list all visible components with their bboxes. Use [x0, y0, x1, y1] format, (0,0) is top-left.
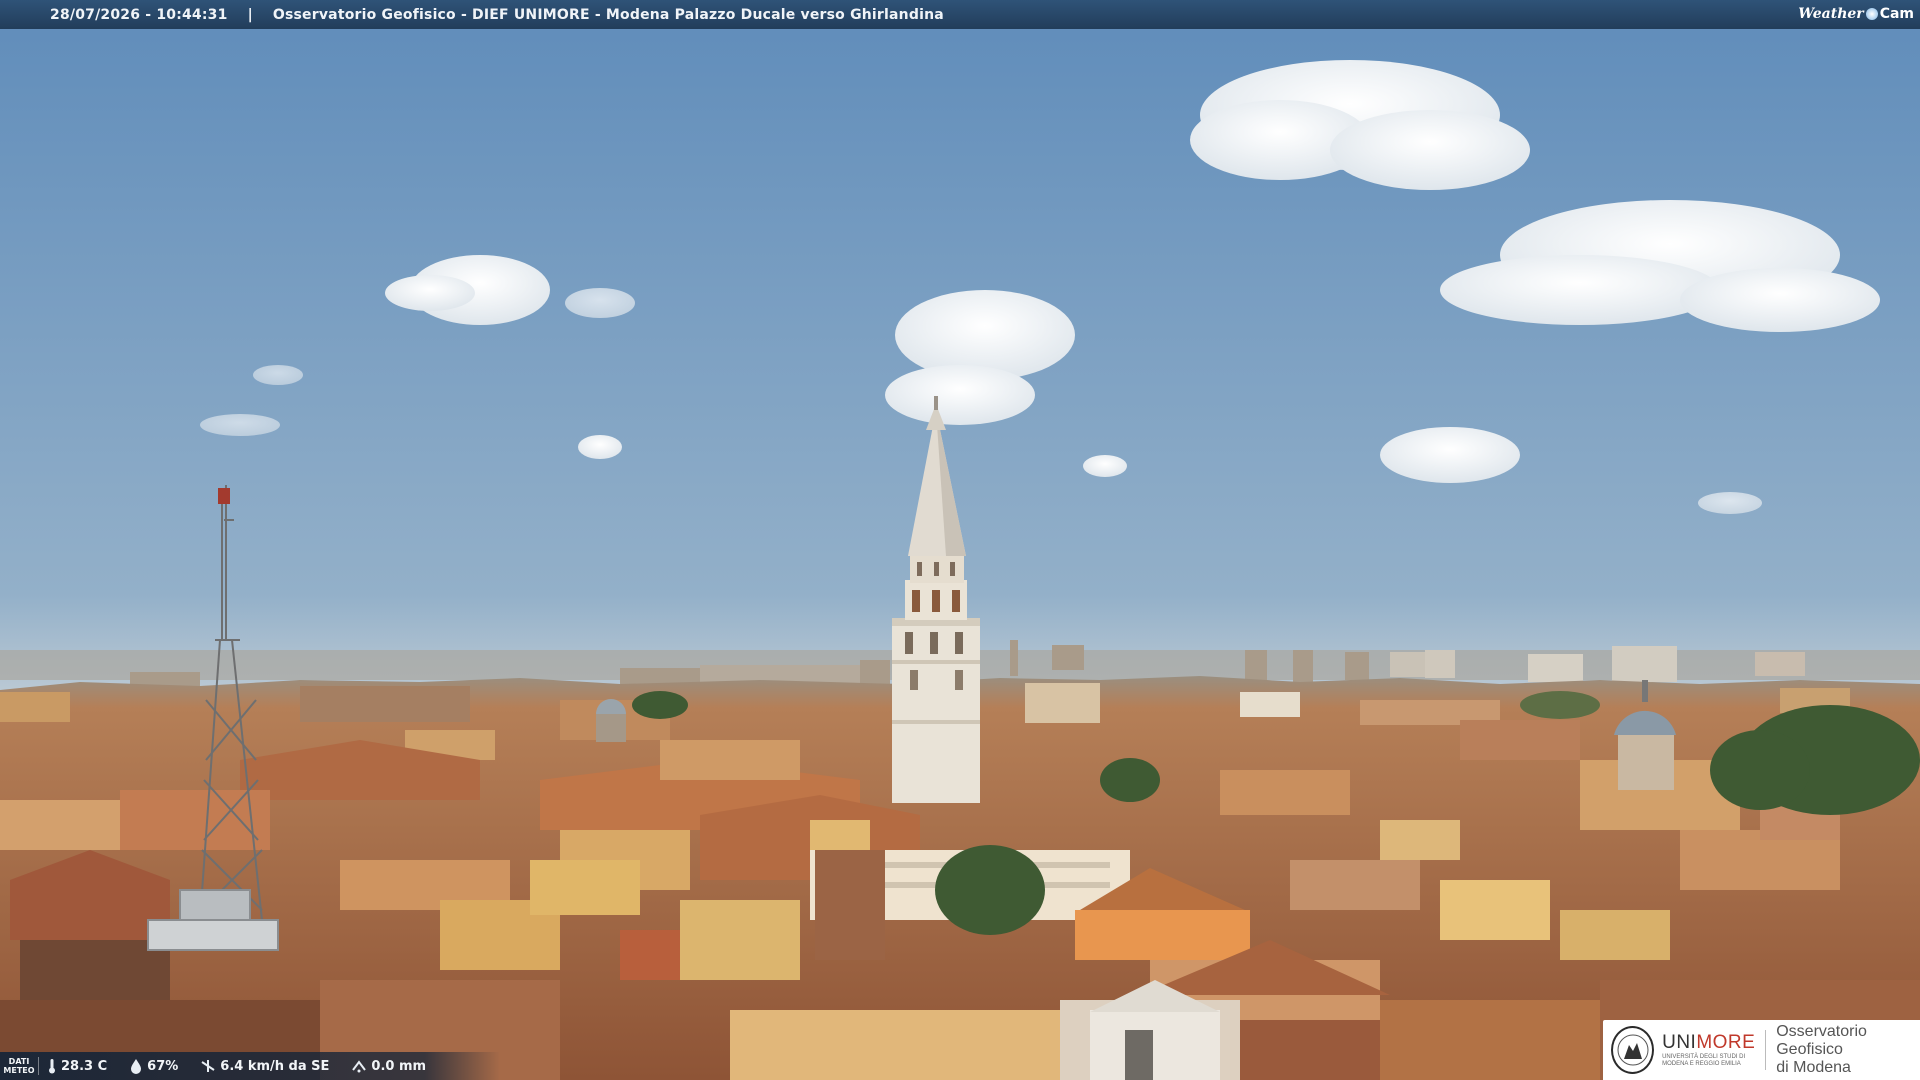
brand-cam: Cam: [1879, 6, 1914, 22]
observatory-name: Osservatorio Geofisico di Modena: [1776, 1023, 1867, 1076]
header-bar: 28/07/2026 - 10:44:31 | Osservatorio Geo…: [0, 0, 1920, 29]
university-prefix: UNI: [1662, 1032, 1697, 1053]
university-suffix: MORE: [1696, 1032, 1756, 1053]
unimore-logo: UNIMORE UNIVERSITÀ DEGLI STUDI DI MODENA…: [1603, 1020, 1920, 1080]
globe-icon: [1865, 8, 1878, 20]
wind-value: 6.4 km/h da SE: [220, 1058, 330, 1074]
header-separator: |: [247, 6, 253, 23]
thermometer-icon: [49, 1059, 55, 1074]
logo-divider: [1765, 1030, 1767, 1070]
university-name: UNIMORE UNIVERSITÀ DEGLI STUDI DI MODENA…: [1662, 1032, 1755, 1068]
rain-icon: [352, 1060, 367, 1073]
humidity-icon: [131, 1059, 142, 1074]
university-seal-icon: [1611, 1026, 1655, 1074]
temperature-reading: 28.3 C: [47, 1058, 107, 1074]
weathercam-logo: Weather Cam: [1798, 3, 1914, 25]
rain-value: 0.0 mm: [371, 1058, 427, 1074]
weather-data-label: DATI METEO: [0, 1057, 39, 1075]
camera-title: Osservatorio Geofisico - DIEF UNIMORE - …: [272, 6, 944, 23]
webcam-image: [0, 0, 1920, 1080]
wind-icon: [201, 1060, 215, 1072]
wind-reading: 6.4 km/h da SE: [200, 1058, 329, 1074]
humidity-reading: 67%: [129, 1058, 178, 1074]
weather-data-bar: DATI METEO 28.3 C 67% 6.4 km/h da SE 0.0…: [0, 1052, 500, 1080]
brand-weather: Weather: [1798, 6, 1864, 22]
university-subtitle-1: UNIVERSITÀ DEGLI STUDI DI: [1662, 1054, 1746, 1060]
humidity-value: 67%: [147, 1058, 179, 1074]
rain-reading: 0.0 mm: [351, 1058, 426, 1074]
university-subtitle-2: MODENA E REGGIO EMILIA: [1662, 1061, 1741, 1067]
timestamp: 28/07/2026 - 10:44:31: [50, 6, 228, 23]
temperature-value: 28.3 C: [61, 1058, 108, 1074]
